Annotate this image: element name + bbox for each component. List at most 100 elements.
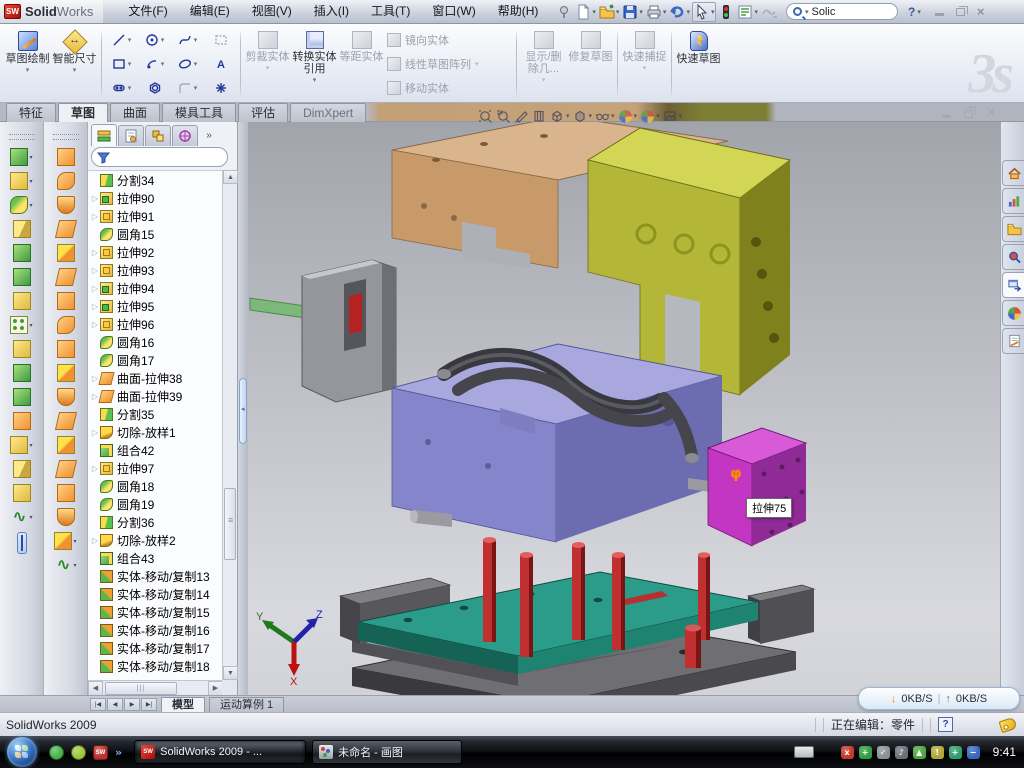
temporary-axes-icon[interactable] [532,109,547,124]
point-tool[interactable] [204,76,237,100]
surface-tool-planar-surface[interactable] [57,292,75,310]
chevron-down-icon[interactable]: ▾ [73,538,76,545]
tree-item[interactable]: 分割35 [88,405,222,423]
menu-item[interactable]: 窗口(W) [421,0,486,23]
tree-item[interactable]: 实体-移动/复制13 [88,567,222,585]
surface-tool-thicken[interactable] [57,508,75,526]
chevron-down-icon[interactable]: ▾ [194,84,198,92]
ellipse-tool[interactable]: ▾ [171,52,204,76]
circle-tool[interactable]: ▾ [138,28,171,52]
options-checklist-icon[interactable]: ▾ [736,2,759,22]
task-pane-tab-search-results[interactable] [1002,244,1024,270]
restore-button[interactable] [956,8,965,16]
tab-DimXpert[interactable]: DimXpert [290,103,366,122]
trim-entities-button[interactable]: 剪裁实体▾ [244,27,291,100]
chevron-down-icon[interactable]: ▾ [805,8,809,16]
move-entities-button[interactable]: 移动实体 [385,77,513,99]
smart-dimension-button[interactable]: 智能尺寸▾ [51,27,98,100]
rebuild-traffic-light-icon[interactable] [717,2,735,22]
scroll-right-button[interactable]: ▶ [208,681,223,696]
prev-tab-button[interactable]: ◀ [107,698,123,711]
tray-scan-complete-icon[interactable]: ✓ [877,746,890,759]
task-pane-tab-home[interactable] [1002,160,1024,186]
feature-tool-move-copy-body[interactable] [13,412,31,430]
tab-草图[interactable]: 草图 [58,103,108,122]
surface-tool-trim-surface[interactable] [57,436,75,454]
chevron-down-icon[interactable]: ▾ [29,202,32,209]
surface-tool-delete-face[interactable] [57,364,75,382]
chevron-down-icon[interactable]: ▾ [161,60,165,68]
surface-tool-untrim-surface[interactable] [57,460,75,478]
tray-antivirus-alert-icon[interactable]: x [841,746,854,759]
chevron-down-icon[interactable]: ▾ [26,66,30,74]
feature-tool-draft[interactable] [13,268,31,286]
feature-tool-reference-point[interactable]: ▾ [10,436,32,454]
tree-item[interactable]: 圆角17 [88,351,222,369]
zoom-area-icon[interactable] [496,109,511,124]
task-pane-tab-design-library[interactable] [1002,188,1024,214]
expand-arrow-icon[interactable]: ▷ [90,428,100,437]
pushpin-icon[interactable] [555,2,573,22]
chevron-down-icon[interactable]: ▾ [754,8,758,16]
selection-box-tool[interactable] [204,28,237,52]
tray-health-monitor-icon[interactable]: + [949,746,962,759]
linear-sketch-pattern-button[interactable]: 线性草图阵列▾ [385,53,513,75]
model-viewport[interactable]: φ [248,122,1000,695]
graphics-viewport[interactable]: φ 拉伸75 Y Z X [248,122,1000,695]
chevron-down-icon[interactable]: ▾ [29,514,32,521]
tree-item[interactable]: ▷曲面-拉伸38 [88,369,222,387]
tree-item[interactable]: 实体-移动/复制14 [88,585,222,603]
network-speed-widget[interactable]: ↓ 0KB/S | ↑ 0KB/S [858,687,1020,710]
tab-评估[interactable]: 评估 [238,103,288,122]
tree-item[interactable]: ▷拉伸90 [88,189,222,207]
hide-show-items-icon[interactable]: ▾ [595,109,615,124]
tray-sync-paused-icon[interactable]: − [967,746,980,759]
chevron-down-icon[interactable]: ▾ [663,8,667,16]
sketch-button[interactable]: 草图绘制▾ [4,27,51,100]
minimize-button[interactable] [935,13,944,16]
help-chevron-icon[interactable]: ▾ [917,8,921,16]
surface-tool-freeform[interactable] [57,316,75,334]
tab-曲面[interactable]: 曲面 [110,103,160,122]
tree-item[interactable]: 实体-移动/复制17 [88,639,222,657]
taskbar-button-paint[interactable]: 未命名 - 画图 [312,740,462,764]
apply-scene-icon[interactable]: ▾ [640,109,660,124]
tray-green-utility-icon[interactable]: ▲ [913,746,926,759]
next-tab-button[interactable]: ▶ [124,698,140,711]
menu-item[interactable]: 帮助(H) [487,0,550,23]
tree-item[interactable]: 分割36 [88,513,222,531]
search-input[interactable]: ▾ Solic [786,3,898,20]
spline-tool[interactable]: ▾ [171,28,204,52]
view-orientation-icon[interactable]: ▾ [550,109,570,124]
chevron-down-icon[interactable]: ▾ [475,60,479,68]
quicklaunch-overflow-icon[interactable]: » [115,746,122,759]
task-pane-tab-appearances[interactable] [1002,300,1024,326]
tree-item[interactable]: ▷拉伸94 [88,279,222,297]
surface-tool-knit-surface[interactable] [57,484,75,502]
chevron-down-icon[interactable]: ▾ [29,322,32,329]
chevron-down-icon[interactable]: ▾ [29,442,32,449]
chevron-down-icon[interactable]: ▾ [711,8,715,16]
tree-item[interactable]: 圆角18 [88,477,222,495]
chevron-down-icon[interactable]: ▾ [679,112,683,120]
scroll-down-button[interactable]: ▼ [223,666,238,680]
tree-item[interactable]: 组合43 [88,549,222,567]
view-settings-icon[interactable]: ▾ [663,109,683,124]
tree-item[interactable]: 圆角19 [88,495,222,513]
expand-arrow-icon[interactable]: ▷ [90,464,100,473]
first-tab-button[interactable]: |◀ [90,698,106,711]
surface-tool-helix-spiral-2[interactable]: ∿▾ [54,556,76,574]
feature-tool-extruded-cut[interactable]: ▾ [10,148,32,166]
tree-item[interactable]: 分割34 [88,171,222,189]
feature-tool-split[interactable] [13,364,31,382]
text-tool[interactable]: A [204,52,237,76]
task-pane-tab-view-palette[interactable] [1002,272,1024,298]
close-button[interactable]: × [977,6,985,18]
chevron-down-icon[interactable]: ▾ [73,562,76,569]
surface-tool-extend-surface[interactable] [57,412,75,430]
tree-item[interactable]: 实体-移动/复制18 [88,657,222,675]
feature-tool-chamfer[interactable] [13,220,31,238]
edit-appearance-icon[interactable]: ▾ [618,109,638,124]
taskbar-clock[interactable]: 9:41 [993,745,1016,759]
convert-entities-button[interactable]: 转换实体引用▾ [291,27,338,100]
